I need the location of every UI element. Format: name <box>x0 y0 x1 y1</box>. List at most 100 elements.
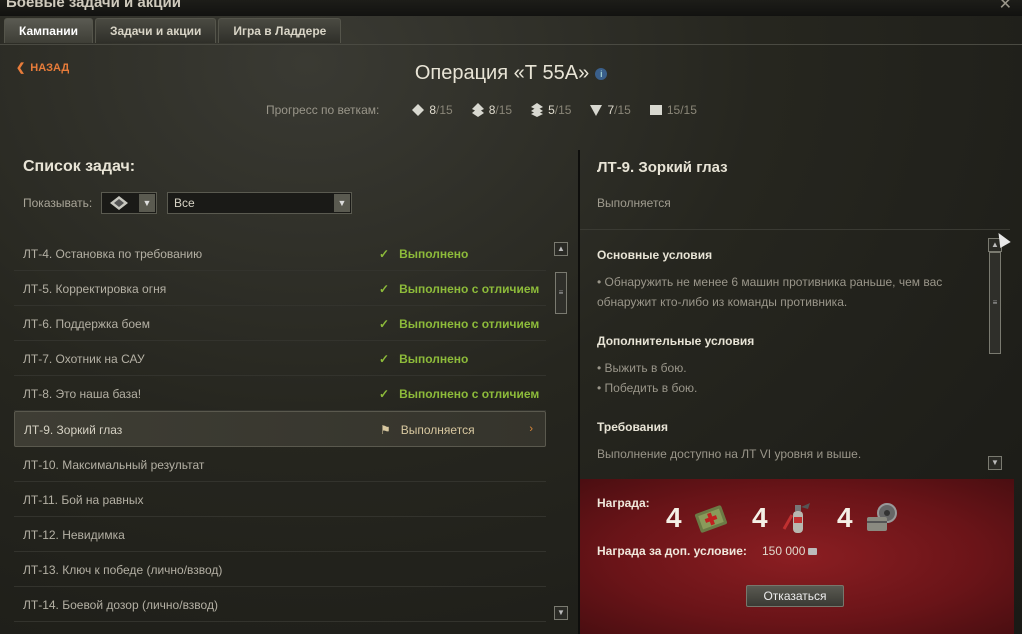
task-row[interactable]: ЛТ-7. Охотник на САУ ✓ Выполнено <box>14 341 546 376</box>
task-name: ЛТ-5. Корректировка огня <box>23 282 167 296</box>
credits-icon <box>808 548 818 556</box>
detail-scrollbar[interactable]: ▲ ≡ ▼ <box>988 238 1002 470</box>
task-status: ✓ Выполнено <box>379 352 468 366</box>
task-row[interactable]: ЛТ-13. Ключ к победе (лично/взвод) <box>14 552 546 587</box>
task-row[interactable]: ЛТ-5. Корректировка огня ✓ Выполнено с от… <box>14 271 546 306</box>
progress-pt-sau: 7/15 <box>589 103 631 117</box>
progress-st: 8/15 <box>471 103 512 117</box>
scroll-up-icon[interactable]: ▲ <box>554 242 568 256</box>
progress-total: /15 <box>495 103 513 117</box>
task-status-text: Выполнено <box>399 352 469 366</box>
task-list: ЛТ-4. Остановка по требованию ✓ Выполнено… <box>14 236 546 622</box>
main-condition: • Обнаружить не менее 6 машин противника… <box>597 275 943 309</box>
task-name: ЛТ-8. Это наша база! <box>23 387 142 401</box>
task-name: ЛТ-10. Максимальный результат <box>23 458 205 472</box>
progress-total: /15 <box>436 103 453 117</box>
task-row[interactable]: ЛТ-6. Поддержка боем ✓ Выполнено с отличи… <box>14 306 546 341</box>
task-status-text: Выполнено с отличием <box>399 282 540 296</box>
task-row[interactable]: ЛТ-4. Остановка по требованию ✓ Выполнено <box>14 236 546 271</box>
extra-reward-label: Награда за доп. условие: <box>597 544 747 558</box>
extra-conditions-title: Дополнительные условия <box>597 334 755 348</box>
task-row[interactable]: ЛТ-11. Бой на равных <box>14 482 546 517</box>
task-name: ЛТ-13. Ключ к победе (лично/взвод) <box>23 563 223 577</box>
reward-item: 4 <box>752 499 816 537</box>
task-row[interactable]: ЛТ-10. Максимальный результат <box>14 447 546 482</box>
extra-reward-value-wrap: 150 000 <box>762 544 818 558</box>
task-status-text: Выполняется <box>400 423 475 437</box>
task-status: ✓ Выполнено <box>379 247 468 261</box>
progress-value: 8 <box>429 103 437 117</box>
toolbox-icon <box>866 503 897 531</box>
pt-sau-class-icon <box>590 105 603 116</box>
progress-label: Прогресс по веткам: <box>266 103 380 117</box>
extra-condition: • Выжить в бою. <box>597 361 687 375</box>
scroll-down-icon[interactable]: ▼ <box>988 456 1002 470</box>
show-filter-label: Показывать: <box>23 196 93 210</box>
lt-class-icon <box>412 104 425 116</box>
title-bar: Боевые задачи и акции ✕ <box>0 0 1022 16</box>
window-title: Боевые задачи и акции <box>6 0 181 11</box>
task-status-text: Выполнено с отличием <box>399 387 540 401</box>
chevron-down-icon[interactable]: ▼ <box>334 194 350 212</box>
tab-quests-and-actions[interactable]: Задачи и акции <box>94 18 217 43</box>
task-list-scrollbar[interactable]: ▲ ≡ ▼ <box>554 242 568 622</box>
requirements-text: Выполнение доступно на ЛТ VI уровня и вы… <box>597 447 862 461</box>
task-status: ✓ Выполнено с отличием <box>379 387 539 401</box>
progress-tt: 5/15 <box>530 103 571 117</box>
task-status-text: Выполнено с отличием <box>399 317 540 331</box>
scroll-thumb[interactable]: ≡ <box>555 272 567 314</box>
progress-total: /15 <box>680 103 697 117</box>
reward-count: 4 <box>752 502 768 533</box>
task-row[interactable]: ЛТ-8. Это наша база! ✓ Выполнено с отличи… <box>14 376 546 411</box>
task-list-title: Список задач: <box>23 158 136 175</box>
operation-title-wrap: Операция «Т 55А» i <box>0 62 1022 85</box>
check-icon: ✓ <box>379 317 390 331</box>
task-name: ЛТ-6. Поддержка боем <box>23 317 150 331</box>
scroll-down-icon[interactable]: ▼ <box>554 606 568 620</box>
refuse-button[interactable]: Отказаться <box>746 585 844 607</box>
repair-kit-icon <box>694 505 727 533</box>
reward-count: 4 <box>837 502 853 533</box>
task-name: ЛТ-14. Боевой дозор (лично/взвод) <box>23 598 218 612</box>
status-filter[interactable]: Все ▼ <box>167 192 352 214</box>
task-row[interactable]: ЛТ-14. Боевой дозор (лично/взвод) <box>14 587 546 622</box>
tt-class-icon <box>531 103 544 117</box>
tab-ladder[interactable]: Игра в Ладдере <box>218 18 342 43</box>
flag-icon: ⚑ <box>380 423 391 437</box>
reward-item: 4 <box>837 499 901 537</box>
progress-sau: 15/15 <box>649 103 697 117</box>
reward-item: 4 <box>666 499 730 537</box>
detail-separator <box>580 229 1010 230</box>
branch-progress: Прогресс по веткам: 8/15 8/15 5/15 7/15 … <box>266 103 697 117</box>
progress-value: 5 <box>548 103 555 117</box>
task-name: ЛТ-11. Бой на равных <box>23 493 144 507</box>
tab-divider <box>0 44 1022 45</box>
task-name: ЛТ-7. Охотник на САУ <box>23 352 145 366</box>
fire-extinguisher-icon <box>782 503 810 533</box>
vehicle-type-filter[interactable]: ▼ <box>101 192 157 214</box>
extra-condition: • Победить в бою. <box>597 381 698 395</box>
st-class-icon <box>471 103 484 117</box>
progress-value: 15 <box>666 103 681 117</box>
task-row-selected[interactable]: ЛТ-9. Зоркий глаз ⚑ Выполняется › <box>14 411 546 447</box>
progress-total: /15 <box>554 103 572 117</box>
task-name: ЛТ-4. Остановка по требованию <box>23 247 203 261</box>
chevron-down-icon[interactable]: ▼ <box>139 194 155 212</box>
scroll-thumb[interactable]: ≡ <box>989 252 1001 354</box>
task-name: ЛТ-12. Невидимка <box>23 528 125 542</box>
extra-reward-value: 150 000 <box>762 544 806 558</box>
chevron-right-icon: › <box>529 423 533 435</box>
requirements-title: Требования <box>597 420 668 434</box>
close-icon[interactable]: ✕ <box>999 0 1012 14</box>
task-row[interactable]: ЛТ-12. Невидимка <box>14 517 546 552</box>
info-icon[interactable]: i <box>595 67 608 80</box>
reward-panel: Награда: 4 4 4 Награда за доп. условие: … <box>580 479 1014 634</box>
progress-value: 8 <box>488 103 496 117</box>
task-detail-status: Выполняется <box>597 196 671 210</box>
task-status: ✓ Выполнено с отличием <box>379 317 539 331</box>
check-icon: ✓ <box>379 247 390 261</box>
tab-campaigns[interactable]: Кампании <box>4 18 93 43</box>
reward-count: 4 <box>666 502 682 533</box>
operation-title: Операция «Т 55А» <box>414 62 590 84</box>
task-conditions: Основные условия • Обнаружить не менее 6… <box>597 248 987 464</box>
